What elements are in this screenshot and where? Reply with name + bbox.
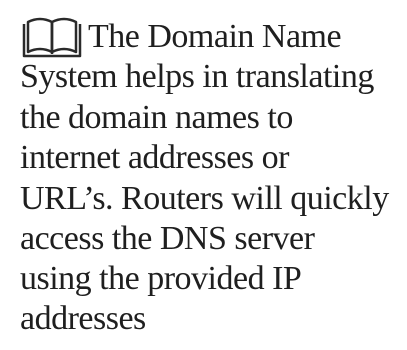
paragraph-line: addresses (20, 300, 146, 337)
paragraph-line: access the DNS server (20, 220, 315, 257)
document-page: The Domain Name System helps in translat… (0, 0, 407, 350)
paragraph-line: the domain names to (20, 99, 293, 136)
dns-paragraph: The Domain Name System helps in translat… (0, 0, 407, 350)
paragraph-line: System helps in translating (20, 58, 374, 95)
paragraph-line: The Domain Name (88, 18, 342, 55)
paragraph-line: URL’s. Routers will quickly (20, 180, 389, 217)
paragraph-line: using the provided IP (20, 260, 302, 297)
paragraph-line: internet addresses or (20, 139, 289, 176)
